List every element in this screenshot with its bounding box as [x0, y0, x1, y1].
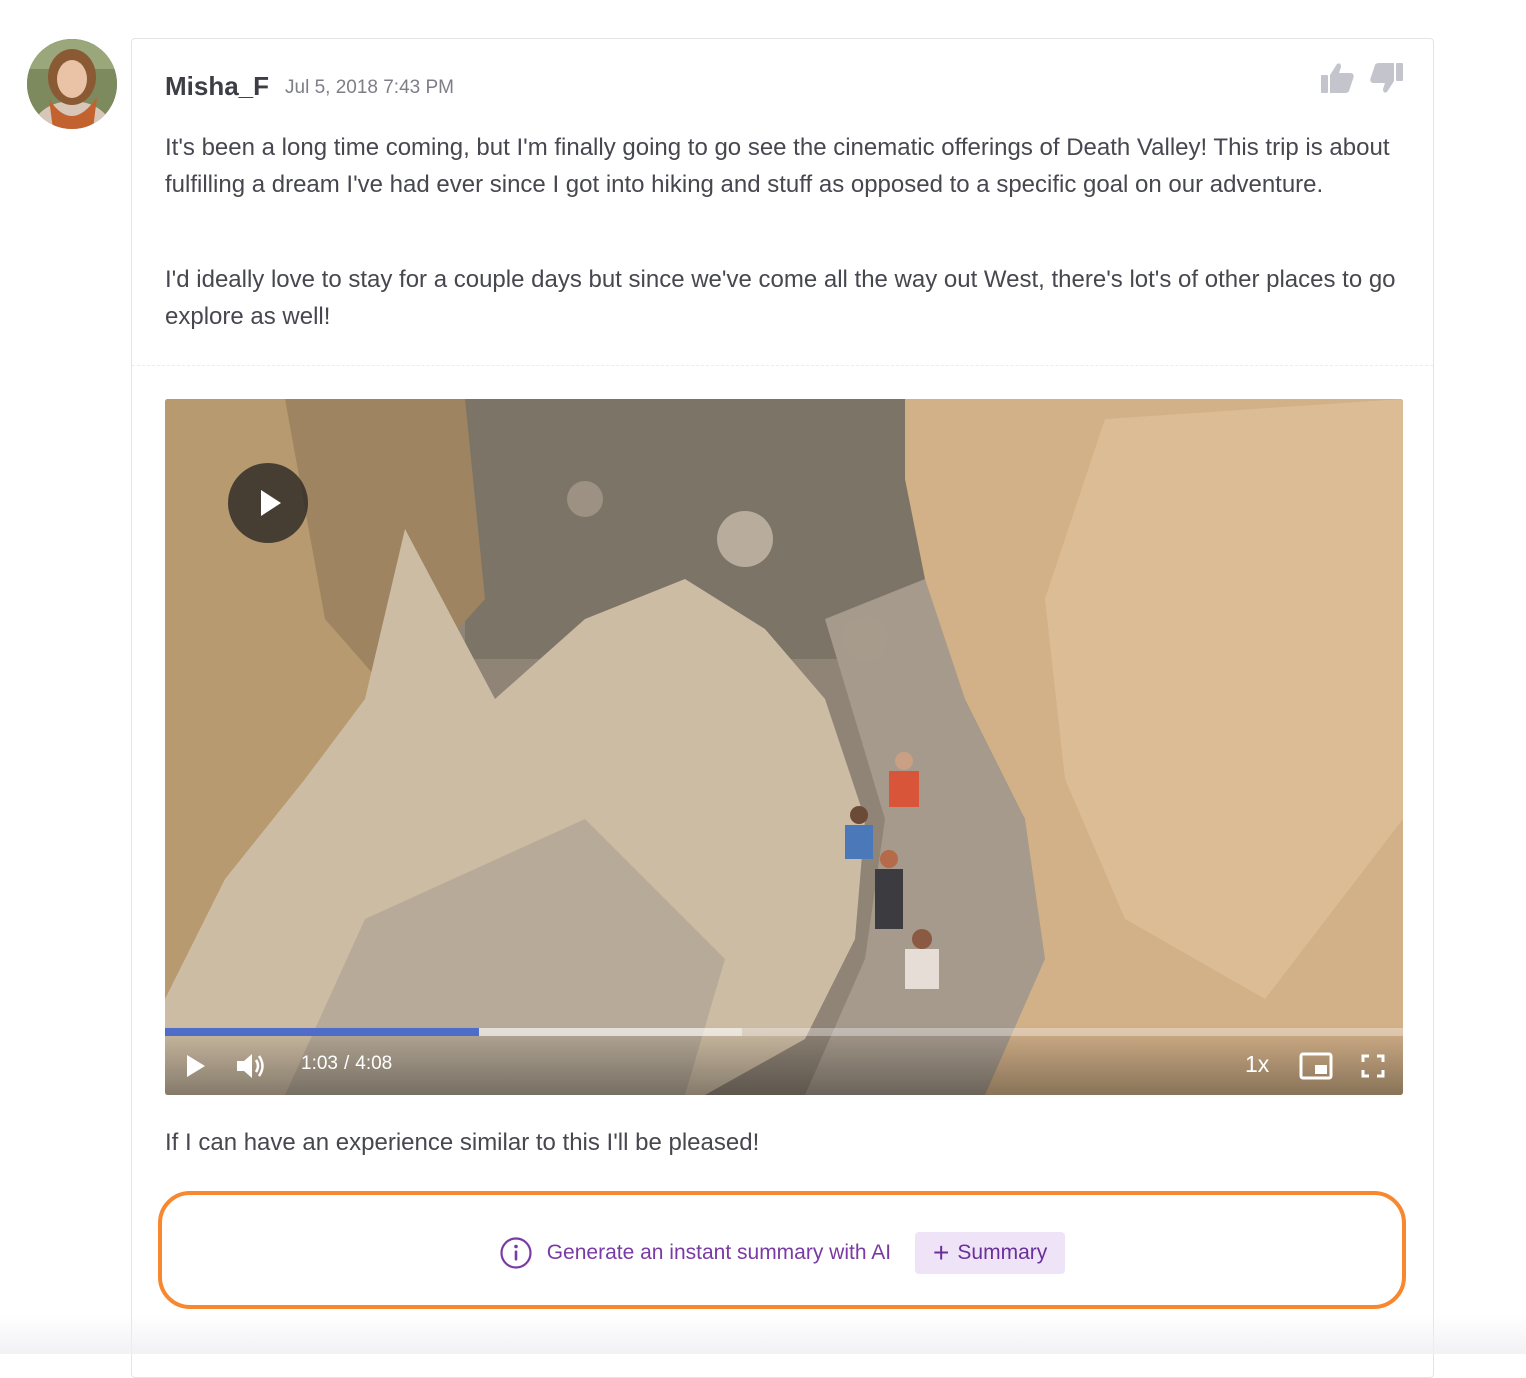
post-paragraph: It's been a long time coming, but I'm fi… — [165, 134, 1390, 198]
post-paragraph: I'd ideally love to stay for a couple da… — [165, 266, 1396, 330]
avatar[interactable] — [27, 39, 117, 129]
time-separator: / — [343, 1053, 350, 1074]
progress-bar[interactable] — [165, 1028, 1403, 1036]
post-date: Jul 5, 2018 7:43 PM — [285, 77, 454, 98]
add-summary-button[interactable]: + Summary — [915, 1232, 1066, 1274]
fullscreen-button[interactable] — [1361, 1054, 1385, 1078]
author-name[interactable]: Misha_F — [165, 71, 269, 102]
ai-summary-highlight: Generate an instant summary with AI + Su… — [158, 1191, 1406, 1309]
volume-button[interactable] — [235, 1051, 267, 1081]
time-display: 1:03/4:08 — [301, 1053, 392, 1075]
progress-played — [165, 1028, 480, 1036]
playback-speed-button[interactable]: 1x — [1245, 1051, 1269, 1078]
play-icon — [261, 490, 281, 516]
ai-summary-row: Generate an instant summary with AI + Su… — [162, 1232, 1402, 1274]
summary-button-label: Summary — [957, 1241, 1048, 1264]
pip-button[interactable] — [1299, 1052, 1333, 1080]
duration: 4:08 — [355, 1053, 393, 1074]
info-circle-icon — [499, 1236, 533, 1270]
picture-in-picture-icon — [1299, 1052, 1333, 1080]
thumbs-up-icon[interactable] — [1320, 61, 1356, 95]
divider — [132, 365, 1433, 366]
fullscreen-icon — [1361, 1054, 1385, 1078]
bottom-fade — [0, 1314, 1526, 1354]
thumbs-down-icon[interactable] — [1368, 61, 1404, 95]
current-time: 1:03 — [301, 1053, 338, 1074]
big-play-button[interactable] — [228, 463, 308, 543]
play-button[interactable] — [183, 1053, 207, 1079]
video-frame — [165, 399, 1403, 1095]
ai-summary-prompt[interactable]: Generate an instant summary with AI — [547, 1241, 891, 1265]
post-card: Misha_F Jul 5, 2018 7:43 PM It's been a … — [131, 38, 1434, 1378]
plus-icon: + — [933, 1237, 950, 1268]
post-closing-text: If I can have an experience similar to t… — [165, 1129, 760, 1156]
play-icon — [187, 1055, 205, 1077]
video-player[interactable]: 1:03/4:08 1x — [165, 399, 1403, 1095]
volume-icon — [237, 1054, 264, 1078]
